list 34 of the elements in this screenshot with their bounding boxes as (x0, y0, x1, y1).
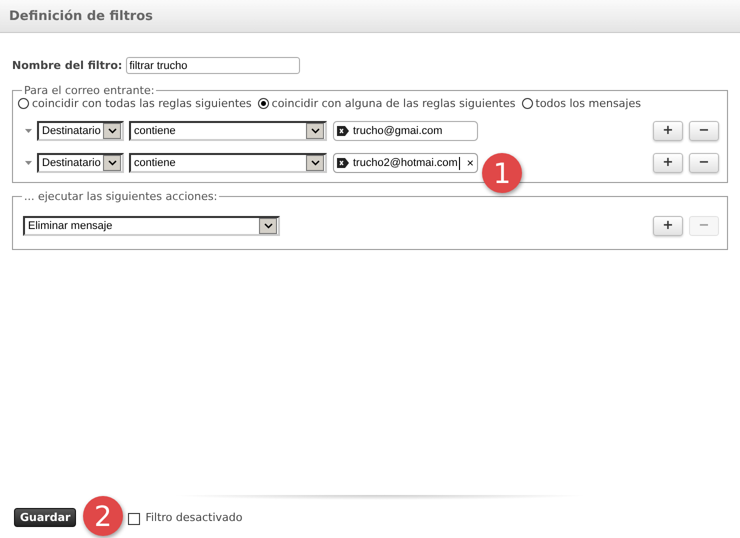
remove-button[interactable]: − (689, 121, 719, 141)
action-dropdown[interactable]: Eliminar mensaje (23, 216, 280, 236)
expand-arrow-icon[interactable] (25, 128, 32, 134)
filter-name-field[interactable]: filtrar trucho (126, 57, 300, 74)
operator-dropdown[interactable]: contiene (129, 121, 327, 141)
filter-name-label: Nombre del filtro: (12, 59, 122, 72)
add-button[interactable]: + (653, 121, 683, 141)
field-dropdown[interactable]: Destinatario (37, 153, 124, 173)
clear-button[interactable]: × (466, 156, 474, 170)
tag-icon (337, 126, 349, 136)
page-title: Definición de filtros (9, 8, 153, 24)
radio-label[interactable]: coincidir con alguna de las reglas siguientes (272, 97, 516, 110)
checkbox[interactable] (128, 512, 140, 524)
tag-icon (337, 158, 349, 168)
panel-legend: Para el correo entrante: (22, 84, 156, 97)
radio-button[interactable] (522, 98, 532, 109)
save-button[interactable]: Guardar (14, 508, 76, 527)
panel-legend: ... ejecutar las siguientes acciones: (22, 190, 220, 203)
operator-dropdown[interactable]: contiene (129, 153, 327, 173)
radio-button[interactable] (18, 98, 29, 109)
radio-button[interactable] (258, 98, 269, 109)
add-button[interactable]: + (653, 216, 683, 236)
field-dropdown[interactable]: Destinatario (37, 121, 124, 141)
expand-arrow-icon[interactable] (25, 160, 32, 166)
text-cursor (458, 156, 460, 170)
address-field[interactable]: trucho@gmai.com (333, 121, 478, 141)
checkbox-label[interactable]: Filtro desactivado (145, 511, 242, 524)
remove-button[interactable]: − (689, 153, 719, 173)
add-button[interactable]: + (653, 153, 683, 173)
callout-badge: 1 (482, 153, 522, 193)
radio-label[interactable]: coincidir con todas las reglas siguientes (32, 97, 252, 110)
address-field[interactable]: trucho2@hotmai.com × (333, 153, 478, 173)
radio-label[interactable]: todos los mensajes (536, 97, 641, 110)
callout-badge: 2 (83, 496, 123, 536)
